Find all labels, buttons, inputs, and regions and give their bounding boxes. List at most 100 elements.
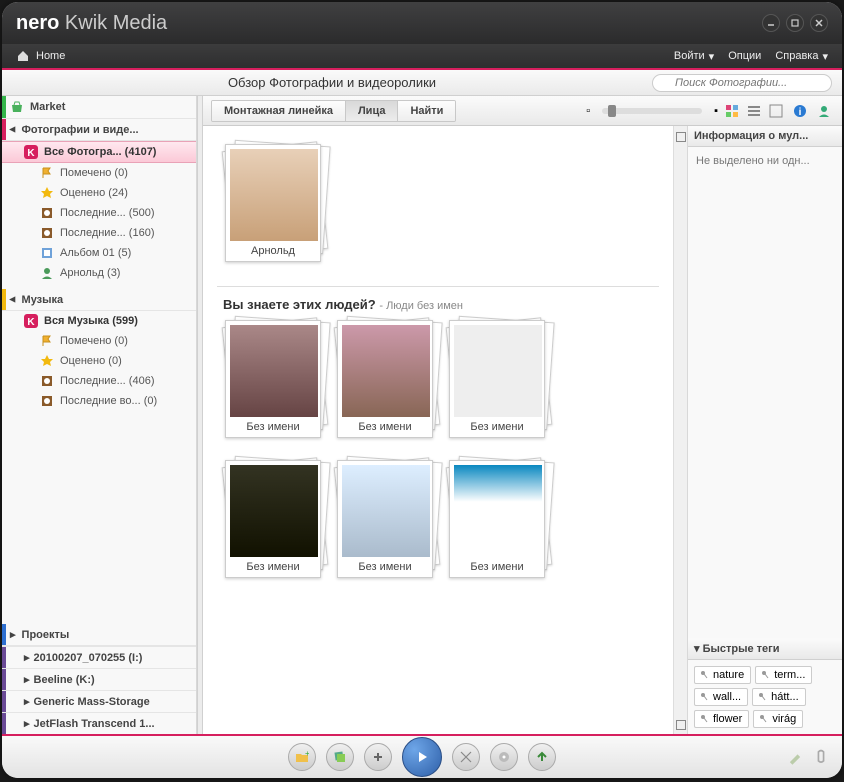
zoom-slider[interactable] bbox=[602, 108, 702, 114]
add-folder-button[interactable]: + bbox=[288, 743, 316, 771]
quick-tag[interactable]: term... bbox=[755, 666, 812, 684]
pin-icon bbox=[698, 691, 710, 703]
info-button[interactable]: i bbox=[790, 101, 810, 121]
sidebar-item[interactable]: Альбом 01 (5) bbox=[2, 243, 196, 263]
tab-find[interactable]: Найти bbox=[398, 101, 455, 121]
view-detail-button[interactable] bbox=[766, 101, 786, 121]
view-grid-button[interactable] bbox=[722, 101, 742, 121]
stack-caption: Без имени bbox=[342, 557, 428, 573]
recent-icon bbox=[40, 394, 54, 408]
flag-icon bbox=[40, 334, 54, 348]
sidebar-drive[interactable]: ▸Beeline (K:) bbox=[2, 668, 196, 690]
content-toolbar: Монтажная линейка Лица Найти ▫ ▪ i bbox=[203, 96, 842, 126]
chevron-right-icon: ▸ bbox=[24, 696, 30, 708]
face-settings-button[interactable] bbox=[814, 101, 834, 121]
stack-button[interactable] bbox=[326, 743, 354, 771]
tags-panel-header[interactable]: ▾ Быстрые теги bbox=[688, 638, 842, 660]
sidebar-all-music[interactable]: K Вся Музыка (599) bbox=[2, 311, 196, 331]
svg-text:i: i bbox=[799, 107, 802, 118]
add-button[interactable] bbox=[364, 743, 392, 771]
sidebar-item-label: Оценено (24) bbox=[60, 187, 128, 199]
sidebar-drive[interactable]: ▸ 20100207_070255 (I:) bbox=[2, 646, 196, 668]
star-icon bbox=[40, 354, 54, 368]
stack-caption: Без имени bbox=[342, 417, 428, 433]
home-button[interactable]: Home bbox=[16, 49, 65, 63]
attachment-icon[interactable] bbox=[812, 748, 830, 766]
view-list-button[interactable] bbox=[744, 101, 764, 121]
quick-tag[interactable]: virág bbox=[753, 710, 803, 728]
play-button[interactable] bbox=[402, 737, 442, 777]
search-input[interactable] bbox=[652, 74, 832, 92]
tag-label: virág bbox=[772, 713, 796, 725]
sidebar-item-label: Помечено (0) bbox=[60, 167, 128, 179]
face-stack-unnamed[interactable]: Без имени bbox=[337, 320, 433, 438]
scroll-top-button[interactable] bbox=[676, 132, 686, 142]
face-stack-unnamed[interactable]: Без имени bbox=[449, 460, 545, 578]
sidebar-all-photos[interactable]: K Все Фотогра... (4107) bbox=[2, 141, 196, 163]
brand-product: Kwik Media bbox=[65, 12, 167, 34]
home-icon bbox=[16, 49, 30, 63]
sidebar-drive[interactable]: ▸JetFlash Transcend 1... bbox=[2, 712, 196, 734]
login-menu[interactable]: Войти▾ bbox=[674, 50, 714, 63]
sidebar-item[interactable]: Помечено (0) bbox=[2, 163, 196, 183]
quick-tag[interactable]: hátt... bbox=[752, 688, 806, 706]
stack-caption: Без имени bbox=[454, 417, 540, 433]
star-icon bbox=[40, 186, 54, 200]
tab-faces[interactable]: Лица bbox=[346, 101, 399, 121]
menubar: Home Войти▾ Опции Справка▾ bbox=[2, 44, 842, 70]
recent-icon bbox=[40, 206, 54, 220]
info-panel-header[interactable]: Информация о мул... bbox=[688, 126, 842, 147]
sidebar-item[interactable]: Последние во... (0) bbox=[2, 391, 196, 411]
sidebar-item[interactable]: Последние... (406) bbox=[2, 371, 196, 391]
sidebar-photos-section[interactable]: ▾ Фотографии и виде... bbox=[2, 119, 196, 141]
sidebar-projects-label: Проекты bbox=[22, 629, 70, 641]
sidebar-item[interactable]: Последние... (500) bbox=[2, 203, 196, 223]
face-stack-arnold[interactable]: Арнольд bbox=[225, 144, 321, 262]
chevron-down-icon: ▾ bbox=[6, 297, 19, 303]
chevron-right-icon: ▸ bbox=[24, 652, 30, 664]
album-icon bbox=[40, 246, 54, 260]
recent-icon bbox=[40, 374, 54, 388]
sidebar-music-section[interactable]: ▾ Музыка bbox=[2, 289, 196, 311]
stack-caption: Арнольд bbox=[230, 241, 316, 257]
quick-tag[interactable]: flower bbox=[694, 710, 749, 728]
face-stack-unnamed[interactable]: Без имени bbox=[225, 320, 321, 438]
sidebar-projects[interactable]: ▸ Проекты bbox=[2, 624, 196, 646]
face-stack-unnamed[interactable]: Без имени bbox=[449, 320, 545, 438]
options-menu[interactable]: Опции bbox=[728, 50, 761, 62]
face-stack-unnamed[interactable]: Без имени bbox=[225, 460, 321, 578]
sidebar-drive[interactable]: ▸Generic Mass-Storage bbox=[2, 690, 196, 712]
flag-icon bbox=[40, 166, 54, 180]
svg-text:K: K bbox=[27, 317, 35, 328]
pin-icon bbox=[756, 691, 768, 703]
tab-timeline[interactable]: Монтажная линейка bbox=[212, 101, 346, 121]
edit-button[interactable] bbox=[452, 743, 480, 771]
tag-label: wall... bbox=[713, 691, 741, 703]
sidebar-market[interactable]: Market bbox=[2, 96, 196, 119]
zoom-out-icon[interactable]: ▫ bbox=[586, 105, 590, 117]
sidebar-market-label: Market bbox=[30, 101, 65, 113]
sidebar: Market ▾ Фотографии и виде... K Все Фото… bbox=[2, 96, 197, 734]
sidebar-item[interactable]: Последние... (160) bbox=[2, 223, 196, 243]
sidebar-item-label: Оценено (0) bbox=[60, 355, 122, 367]
home-label: Home bbox=[36, 50, 65, 62]
sidebar-item[interactable]: Помечено (0) bbox=[2, 331, 196, 351]
quick-tag[interactable]: wall... bbox=[694, 688, 748, 706]
sidebar-item[interactable]: Оценено (24) bbox=[2, 183, 196, 203]
help-menu[interactable]: Справка▾ bbox=[775, 50, 828, 63]
sidebar-item[interactable]: Арнольд (3) bbox=[2, 263, 196, 283]
minimize-button[interactable] bbox=[762, 14, 780, 32]
recent-icon bbox=[40, 226, 54, 240]
upload-button[interactable] bbox=[528, 743, 556, 771]
sidebar-item[interactable]: Оценено (0) bbox=[2, 351, 196, 371]
zoom-in-icon[interactable]: ▪ bbox=[714, 105, 718, 117]
scroll-bottom-button[interactable] bbox=[676, 720, 686, 730]
brush-icon[interactable] bbox=[786, 748, 804, 766]
close-button[interactable] bbox=[810, 14, 828, 32]
sidebar-item-label: Последние... (406) bbox=[60, 375, 154, 387]
drive-label: 20100207_070255 (I:) bbox=[34, 652, 143, 664]
quick-tag[interactable]: nature bbox=[694, 666, 751, 684]
disc-button[interactable] bbox=[490, 743, 518, 771]
maximize-button[interactable] bbox=[786, 14, 804, 32]
face-stack-unnamed[interactable]: Без имени bbox=[337, 460, 433, 578]
